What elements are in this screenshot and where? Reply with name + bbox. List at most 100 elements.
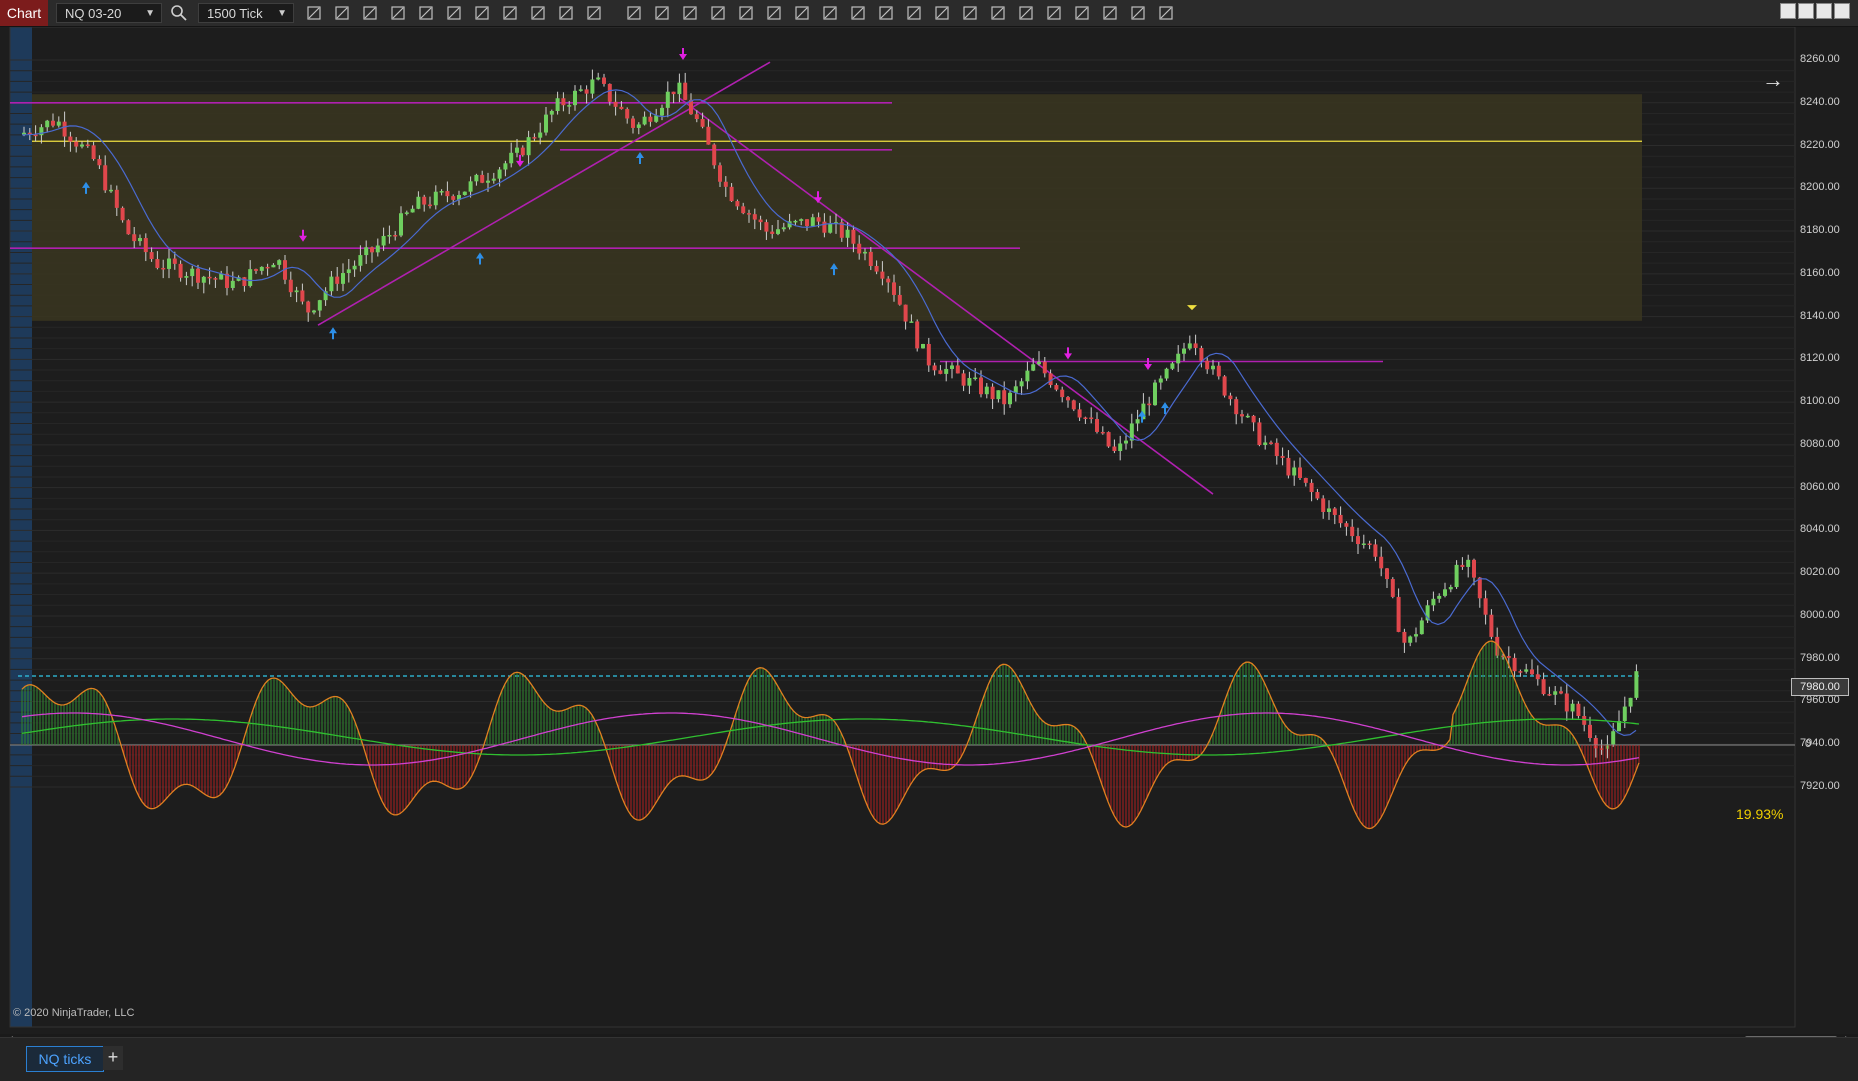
price-axis-label: 8140.00 — [1800, 309, 1840, 322]
ruler-icon[interactable] — [585, 4, 603, 22]
candle-body — [68, 136, 73, 142]
candle-body — [573, 90, 577, 106]
triangle-down-icon[interactable] — [1073, 4, 1091, 22]
data-box-icon[interactable] — [1157, 4, 1175, 22]
chevron-down-icon: ▼ — [277, 8, 287, 19]
channel-icon[interactable] — [765, 4, 783, 22]
copy-icon[interactable] — [1129, 4, 1147, 22]
tile-icon[interactable] — [1780, 3, 1796, 19]
candle-body — [851, 229, 856, 244]
candle-body — [1060, 389, 1065, 398]
candle-body — [868, 251, 873, 266]
candle-body — [1089, 417, 1094, 420]
template-icon[interactable] — [473, 4, 491, 22]
interval-selector[interactable]: 1500 Tick ▼ — [198, 3, 294, 23]
candle-body — [1443, 589, 1447, 596]
candle-body — [921, 343, 925, 349]
arrow-line-icon[interactable] — [653, 4, 671, 22]
candle-body — [555, 98, 560, 111]
circle-icon[interactable] — [793, 4, 811, 22]
close-icon[interactable] — [1834, 3, 1850, 19]
price-axis-label: 8040.00 — [1800, 523, 1840, 536]
candle-body — [845, 229, 850, 238]
tab-nq-ticks[interactable]: NQ ticks — [26, 1046, 104, 1072]
candle-body — [723, 181, 728, 187]
triangle-up-icon[interactable] — [1045, 4, 1063, 22]
candle-body — [341, 273, 345, 284]
candle-body — [590, 79, 595, 94]
candle-body — [294, 290, 299, 293]
extended-line-icon[interactable] — [737, 4, 755, 22]
candle-body — [984, 386, 989, 395]
candle-body — [1298, 467, 1302, 478]
candle-body — [1071, 400, 1076, 410]
candle-body — [1008, 392, 1012, 405]
price-axis-label: 7920.00 — [1800, 780, 1840, 792]
candle-body — [741, 206, 746, 214]
candle-body — [149, 252, 154, 260]
candle-body — [1344, 523, 1349, 527]
ray-icon[interactable] — [709, 4, 727, 22]
candle-body — [393, 235, 398, 237]
rectangle-icon[interactable] — [821, 4, 839, 22]
search-icon[interactable] — [170, 4, 188, 22]
list-icon[interactable] — [557, 4, 575, 22]
fib-icon[interactable] — [877, 4, 895, 22]
candle-body — [167, 258, 171, 269]
candle-body — [1373, 544, 1378, 557]
price-chart[interactable] — [0, 27, 1858, 1037]
candle-body — [1222, 376, 1227, 396]
candle-body — [770, 231, 775, 234]
triangle-icon[interactable] — [849, 4, 867, 22]
candle-body — [486, 180, 490, 183]
candle-body — [1211, 365, 1215, 370]
square-icon[interactable] — [1017, 4, 1035, 22]
maximize-icon[interactable] — [1816, 3, 1832, 19]
price-axis-label: 8100.00 — [1800, 395, 1840, 408]
candle-body — [1251, 415, 1256, 423]
candle-body — [944, 368, 949, 374]
candle-body — [364, 247, 369, 256]
zoom-in-icon[interactable] — [361, 4, 379, 22]
candle-body — [74, 141, 79, 147]
candle-body — [1193, 343, 1198, 348]
minimize-icon[interactable] — [1798, 3, 1814, 19]
candle-body — [619, 106, 624, 110]
price-axis-label: 8220.00 — [1800, 138, 1840, 151]
candle-body — [1367, 543, 1372, 546]
add-tab-button[interactable]: + — [103, 1046, 123, 1070]
chart-panel[interactable]: → 19.93% 7980.00 © 2020 NinjaTrader, LLC… — [0, 27, 1858, 1053]
candle-body — [1054, 385, 1059, 390]
price-axis-label: 8080.00 — [1800, 437, 1840, 450]
price-axis-label: 8120.00 — [1800, 352, 1840, 365]
crosshair-icon[interactable] — [417, 4, 435, 22]
candle-body — [1535, 674, 1540, 680]
horizontal-line-icon[interactable] — [625, 4, 643, 22]
candle-body — [201, 276, 206, 283]
candle-body — [955, 365, 960, 374]
price-axis-label: 8200.00 — [1800, 181, 1840, 194]
diamond-icon[interactable] — [961, 4, 979, 22]
candle-body — [520, 147, 525, 156]
properties-icon[interactable] — [445, 4, 463, 22]
strategies-icon[interactable] — [529, 4, 547, 22]
bar-chart-icon[interactable] — [305, 4, 323, 22]
chart-window-label[interactable]: Chart — [0, 0, 48, 26]
arrow-down-icon[interactable] — [933, 4, 951, 22]
price-axis-label: 7960.00 — [1800, 694, 1840, 707]
arrow-up-icon[interactable] — [905, 4, 923, 22]
zoom-out-icon[interactable] — [389, 4, 407, 22]
line-icon[interactable] — [681, 4, 699, 22]
candle-body — [1414, 634, 1418, 637]
ellipse-icon[interactable] — [989, 4, 1007, 22]
instrument-selector[interactable]: NQ 03-20 ▼ — [56, 3, 162, 23]
candle-body — [1263, 442, 1268, 445]
pencil-icon[interactable] — [333, 4, 351, 22]
scroll-right-arrow-icon[interactable]: → — [1762, 67, 1784, 93]
trash-icon[interactable] — [1101, 4, 1119, 22]
candle-body — [607, 83, 612, 102]
candle-body — [1321, 498, 1326, 512]
candle-body — [712, 144, 717, 166]
indicators-icon[interactable] — [501, 4, 519, 22]
candle-body — [370, 247, 374, 253]
